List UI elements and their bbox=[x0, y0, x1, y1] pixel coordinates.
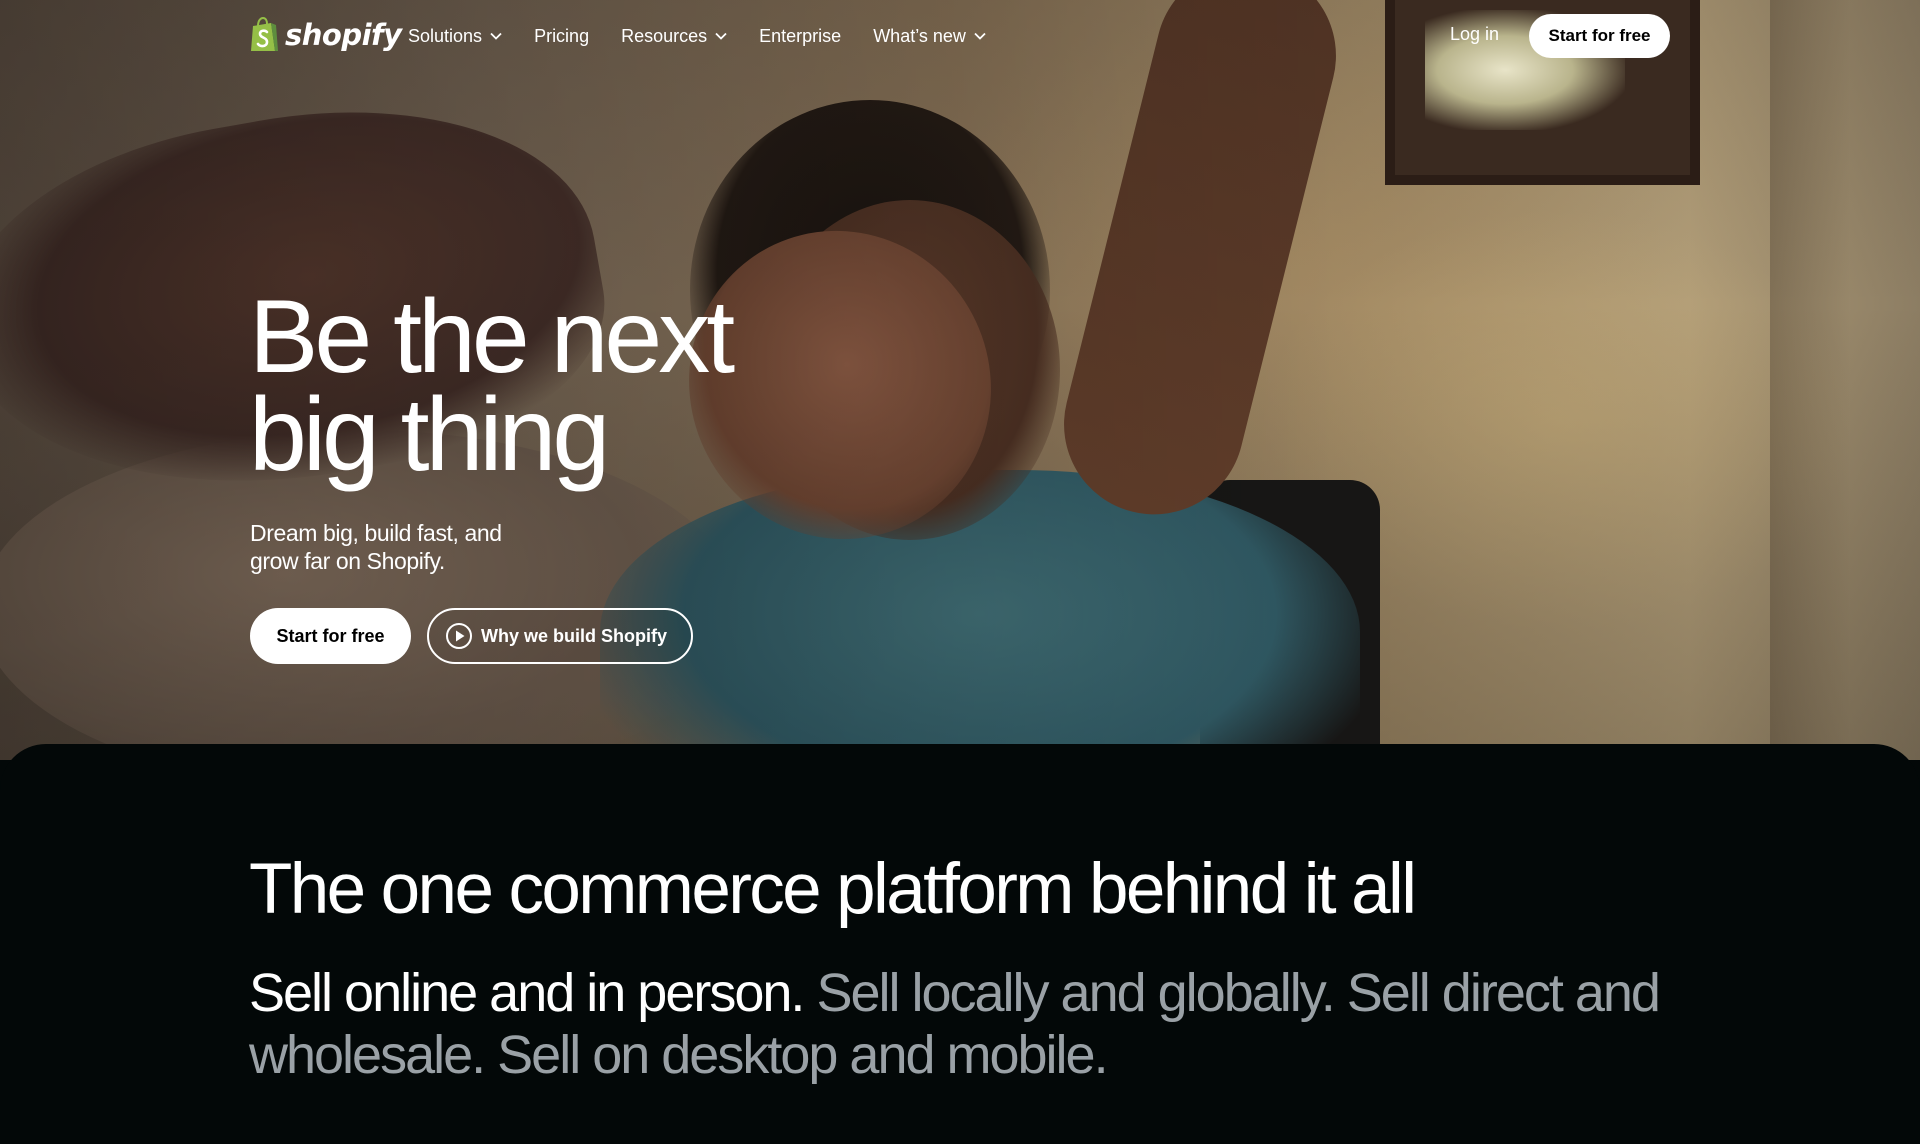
nav-item-label: Solutions bbox=[408, 25, 483, 46]
hero-start-free-button[interactable]: Start for free bbox=[250, 608, 411, 664]
nav-item-pricing[interactable]: Pricing bbox=[534, 26, 589, 47]
nav-item-label: Resources bbox=[621, 25, 708, 46]
nav-item-solutions[interactable]: Solutions bbox=[408, 26, 502, 47]
chevron-down-icon bbox=[490, 32, 502, 40]
play-circle-icon bbox=[446, 623, 472, 649]
sell-statement: Sell online and in person. Sell locally … bbox=[249, 962, 1689, 1086]
login-link[interactable]: Log in bbox=[1450, 24, 1499, 45]
platform-title: The one commerce platform behind it all bbox=[249, 850, 1417, 929]
why-we-build-button[interactable]: Why we build Shopify bbox=[427, 608, 693, 664]
logo-wordmark: shopify bbox=[285, 18, 402, 52]
nav-item-enterprise[interactable]: Enterprise bbox=[759, 26, 841, 47]
why-we-build-label: Why we build Shopify bbox=[481, 625, 667, 646]
nav-item-whats-new[interactable]: What’s new bbox=[873, 26, 986, 47]
hero-subtitle: Dream big, build fast, and grow far on S… bbox=[250, 519, 550, 575]
sell-statement-highlight: Sell online and in person. bbox=[249, 963, 805, 1023]
chevron-down-icon bbox=[974, 32, 986, 40]
hero-title-line-2: big thing bbox=[249, 377, 610, 493]
nav-item-label: Enterprise bbox=[759, 25, 842, 46]
nav-start-free-button[interactable]: Start for free bbox=[1529, 14, 1670, 58]
nav-links: Solutions Pricing Resources Enterprise W… bbox=[408, 0, 1018, 72]
nav-item-label: Pricing bbox=[534, 25, 590, 46]
top-navigation: shopify Solutions Pricing Resources Ente… bbox=[0, 0, 1920, 72]
nav-item-resources[interactable]: Resources bbox=[621, 26, 727, 47]
hero-subtitle-line-1: Dream big, build fast, and bbox=[250, 520, 502, 546]
shopify-bag-icon bbox=[251, 17, 278, 51]
shopify-logo[interactable]: shopify bbox=[249, 16, 402, 54]
chevron-down-icon bbox=[715, 32, 727, 40]
nav-item-label: What’s new bbox=[873, 25, 966, 46]
hero-title: Be the next big thing bbox=[249, 285, 949, 487]
hero-subtitle-line-2: grow far on Shopify. bbox=[250, 548, 445, 574]
